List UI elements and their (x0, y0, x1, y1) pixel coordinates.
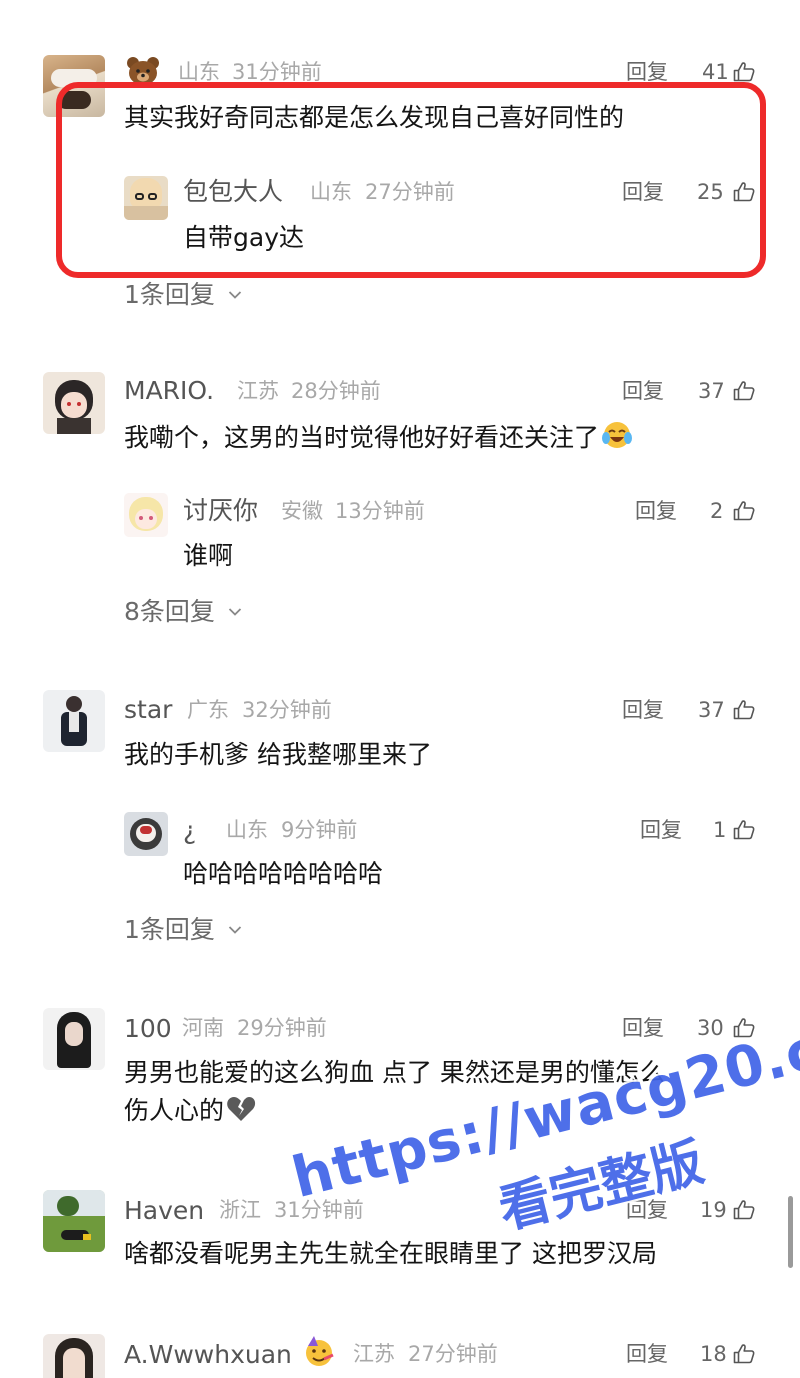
avatar[interactable] (43, 1008, 105, 1070)
view-replies-button[interactable]: 1条回复 (124, 917, 242, 942)
comment-author-name[interactable]: 100 (124, 1016, 172, 1041)
reply-text: 谁啊 (183, 541, 234, 570)
thumbs-up-icon[interactable] (732, 499, 756, 523)
comment-time: 28分钟前 (291, 379, 381, 403)
thumbs-up-icon[interactable] (732, 60, 756, 84)
comment-location: 河南 (182, 1016, 224, 1040)
comment-time: 31分钟前 (232, 60, 322, 84)
comment-location: 广东 (187, 698, 229, 722)
avatar[interactable] (43, 1334, 105, 1378)
comment-text: 我的手机爹 给我整哪里来了 (124, 740, 432, 769)
chevron-down-icon (228, 291, 242, 299)
reply-author-name[interactable]: 讨厌你 (183, 498, 258, 523)
thumbs-up-icon[interactable] (732, 698, 756, 722)
party-face-emoji-icon (302, 1334, 336, 1368)
reply-button[interactable]: 回复 (640, 820, 682, 841)
reply-time: 9分钟前 (281, 818, 358, 842)
laughing-crying-emoji-icon (602, 422, 633, 448)
scrollbar[interactable] (788, 1196, 793, 1268)
reply-button[interactable]: 回复 (622, 381, 664, 402)
like-count: 2 (710, 499, 724, 523)
like-count: 18 (700, 1342, 727, 1366)
like-count: 37 (698, 379, 725, 403)
view-replies-label: 1条回复 (124, 280, 215, 309)
reply-button[interactable]: 回复 (635, 501, 677, 522)
avatar[interactable] (124, 493, 168, 537)
reply-button[interactable]: 回复 (622, 1018, 664, 1039)
reply-location: 山东 (226, 818, 268, 842)
comment-text: 我嘞个，这男的当时觉得他好好看还关注了 (124, 420, 633, 455)
comment-location: 江苏 (353, 1342, 395, 1366)
view-replies-label: 8条回复 (124, 597, 215, 626)
comment-text: 啥都没看呢男主先生就全在眼睛里了 这把罗汉局 (124, 1239, 657, 1268)
reply-text: 哈哈哈哈哈哈哈哈 (183, 859, 384, 888)
highlight-box (56, 82, 766, 278)
comment-location: 山东 (178, 60, 220, 84)
thumbs-up-icon[interactable] (732, 379, 756, 403)
thumbs-up-icon[interactable] (732, 818, 756, 842)
reply-button[interactable]: 回复 (622, 700, 664, 721)
reply-author-name[interactable]: ¿ (183, 818, 196, 843)
reply-button[interactable]: 回复 (626, 1344, 668, 1365)
comment-time: 27分钟前 (408, 1342, 498, 1366)
comment-author-name[interactable]: A.Wwwhxuan (124, 1342, 292, 1367)
comment-text: 伤人心的 (124, 1094, 256, 1128)
avatar[interactable] (43, 372, 105, 434)
comment-author-name[interactable]: star (124, 697, 172, 722)
comment-location: 江苏 (237, 379, 279, 403)
like-count: 30 (697, 1016, 724, 1040)
comment-author-name[interactable]: Haven (124, 1198, 204, 1223)
avatar[interactable] (43, 1190, 105, 1252)
chevron-down-icon (228, 608, 242, 616)
thumbs-up-icon[interactable] (732, 1198, 756, 1222)
like-count: 19 (700, 1198, 727, 1222)
avatar[interactable] (124, 812, 168, 856)
view-replies-button[interactable]: 1条回复 (124, 282, 242, 307)
comment-time: 29分钟前 (237, 1016, 327, 1040)
like-count: 1 (713, 818, 727, 842)
comment-time: 32分钟前 (242, 698, 332, 722)
comment-text-content: 伤人心的 (124, 1096, 225, 1125)
broken-heart-emoji-icon (227, 1097, 256, 1121)
thumbs-up-icon[interactable] (732, 1342, 756, 1366)
comment-author-name[interactable]: MARIO. (124, 378, 214, 403)
comment-text-content: 我嘞个，这男的当时觉得他好好看还关注了 (124, 423, 600, 452)
reply-time: 13分钟前 (335, 499, 425, 523)
view-replies-label: 1条回复 (124, 915, 215, 944)
like-count: 37 (698, 698, 725, 722)
like-count: 41 (702, 60, 729, 84)
reply-location: 安徽 (281, 499, 323, 523)
reply-button[interactable]: 回复 (626, 62, 668, 83)
comment-location: 浙江 (219, 1198, 261, 1222)
chevron-down-icon (228, 926, 242, 934)
avatar[interactable] (43, 690, 105, 752)
view-replies-button[interactable]: 8条回复 (124, 599, 242, 624)
